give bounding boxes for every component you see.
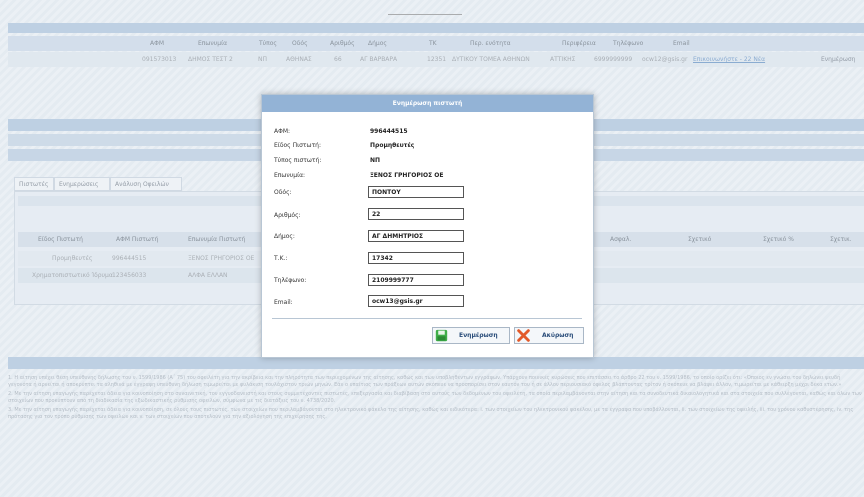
email-input[interactable]	[368, 295, 464, 307]
label-street: Οδός:	[274, 189, 292, 196]
label-phone: Τηλέφωνο:	[274, 277, 307, 284]
label-postcode: Τ.Κ.:	[274, 255, 288, 262]
phone-input[interactable]	[368, 274, 464, 286]
value-name: ΞΕΝΟΣ ΓΡΗΓΟΡΙΟΣ ΟΕ	[370, 172, 444, 179]
update-button-label: Ενημέρωση	[459, 332, 498, 339]
postcode-input[interactable]	[368, 252, 464, 264]
number-input[interactable]	[368, 208, 464, 220]
dialog-title: Ενημέρωση πιστωτή	[262, 95, 593, 112]
cancel-button-label: Ακύρωση	[542, 332, 574, 339]
value-creditor-type: ΝΠ	[370, 157, 381, 164]
close-icon	[517, 329, 530, 342]
value-creditor-kind: Προμηθευτές	[370, 142, 415, 149]
street-input[interactable]	[368, 186, 464, 198]
value-afm: 996444515	[370, 128, 408, 135]
label-email: Email:	[274, 299, 293, 306]
label-creditor-kind: Είδος Πιστωτή:	[274, 142, 322, 149]
dialog-divider	[272, 318, 582, 319]
label-name: Επωνυμία:	[274, 172, 306, 179]
label-afm: ΑΦΜ:	[274, 128, 291, 135]
update-button[interactable]: Ενημέρωση	[432, 327, 510, 344]
update-creditor-dialog: Ενημέρωση πιστωτή ΑΦΜ: 996444515 Είδος Π…	[261, 94, 594, 358]
cancel-button[interactable]: Ακύρωση	[514, 327, 584, 344]
label-municipality: Δήμος:	[274, 233, 295, 240]
label-number: Αριθμός:	[274, 212, 301, 219]
label-creditor-type: Τύπος πιστωτή:	[274, 157, 322, 164]
save-icon	[435, 329, 448, 342]
municipality-input[interactable]	[368, 230, 464, 242]
